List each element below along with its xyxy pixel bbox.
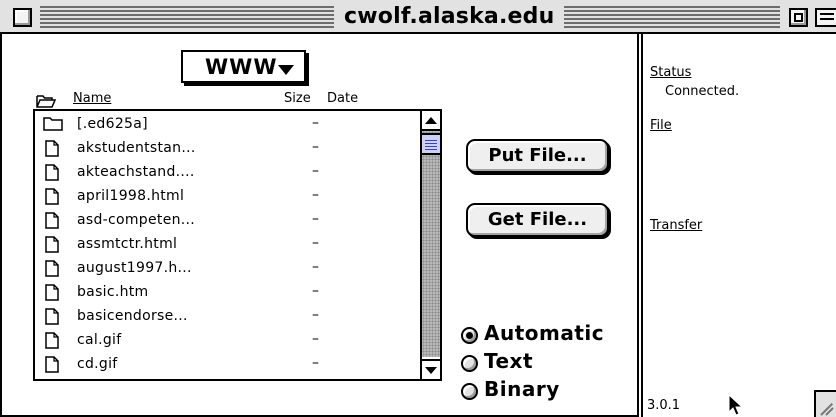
file-name: basicendorse... — [77, 308, 188, 324]
file-size: – — [312, 355, 319, 371]
document-icon — [45, 284, 59, 305]
list-item[interactable]: august1997.h... – — [35, 257, 420, 281]
file-size: – — [312, 331, 319, 347]
column-header-name[interactable]: Name — [73, 91, 111, 106]
vertical-scrollbar[interactable] — [420, 111, 440, 379]
put-file-button[interactable]: Put File... — [466, 139, 609, 173]
list-item[interactable]: basicendorse... – — [35, 305, 420, 329]
file-name: basic.htm — [77, 284, 149, 300]
file-list[interactable]: [.ed625a] – akstudentstan... – akteachstand.… — [33, 109, 442, 381]
file-name: cd.gif — [77, 356, 118, 372]
status-label: Status — [650, 65, 692, 80]
transfer-label: Transfer — [650, 218, 703, 233]
list-item[interactable]: akstudentstan... – — [35, 137, 420, 161]
column-header-size[interactable]: Size — [284, 91, 311, 106]
file-size: – — [312, 259, 319, 275]
radio-label: Text — [484, 349, 534, 373]
list-item[interactable]: basic.htm – — [35, 281, 420, 305]
file-name: [.ed625a] — [77, 116, 148, 132]
file-size: – — [312, 307, 319, 323]
radio-circle-icon — [461, 383, 478, 400]
document-icon — [45, 140, 59, 161]
radio-label: Binary — [484, 377, 560, 401]
chevron-down-icon — [278, 65, 294, 75]
file-size: – — [312, 115, 319, 131]
radio-automatic[interactable]: Automatic — [458, 321, 628, 348]
document-icon — [45, 308, 59, 329]
file-name: asd-competen... — [77, 212, 196, 228]
document-icon — [45, 260, 59, 281]
list-item[interactable]: april1998.html – — [35, 185, 420, 209]
radio-text[interactable]: Text — [458, 349, 628, 376]
list-item[interactable]: cal.gif – — [35, 329, 420, 353]
directory-popup[interactable]: WWW — [181, 50, 306, 83]
document-icon — [45, 188, 59, 209]
file-size: – — [312, 139, 319, 155]
mouse-pointer-icon — [728, 393, 744, 417]
radio-circle-icon — [461, 327, 478, 344]
status-value: Connected. — [665, 84, 740, 99]
folder-icon — [43, 115, 63, 135]
file-size: – — [312, 283, 319, 299]
radio-circle-icon — [461, 355, 478, 372]
file-name: akteachstand.... — [77, 164, 195, 180]
window-title: cwolf.alaska.edu — [334, 3, 565, 31]
document-icon — [45, 212, 59, 233]
title-bar[interactable]: cwolf.alaska.edu — [0, 0, 836, 34]
document-icon — [45, 356, 59, 377]
resize-grip-icon[interactable] — [814, 390, 836, 417]
list-item[interactable]: assmtctr.html – — [35, 233, 420, 257]
version-text: 3.0.1 — [647, 398, 681, 413]
scroll-down-arrow[interactable] — [422, 359, 440, 379]
file-name: akstudentstan... — [77, 140, 196, 156]
document-icon — [45, 236, 59, 257]
file-size: – — [312, 187, 319, 203]
directory-popup-label: WWW — [205, 55, 278, 79]
list-item[interactable]: akteachstand.... – — [35, 161, 420, 185]
document-icon — [45, 332, 59, 353]
scroll-thumb[interactable] — [422, 133, 440, 155]
radio-label: Automatic — [484, 321, 605, 345]
file-name: assmtctr.html — [77, 236, 178, 252]
scroll-up-arrow[interactable] — [422, 111, 440, 131]
zoom-box[interactable] — [789, 8, 808, 27]
list-item[interactable]: [.ed625a] – — [35, 113, 420, 137]
file-name: cal.gif — [77, 332, 122, 348]
close-box[interactable] — [13, 8, 32, 27]
file-size: – — [312, 235, 319, 251]
list-item[interactable]: cd.gif – — [35, 353, 420, 377]
file-name: april1998.html — [77, 188, 185, 204]
file-label: File — [650, 118, 672, 133]
list-item[interactable]: asd-competen... – — [35, 209, 420, 233]
file-size: – — [312, 211, 319, 227]
get-file-button[interactable]: Get File... — [466, 203, 609, 237]
collapse-box[interactable] — [815, 8, 836, 27]
scroll-track[interactable] — [422, 131, 440, 357]
panel-divider — [637, 34, 639, 417]
file-size: – — [312, 163, 319, 179]
column-header-date[interactable]: Date — [327, 91, 358, 106]
file-name: august1997.h... — [77, 260, 192, 276]
document-icon — [45, 164, 59, 185]
radio-binary[interactable]: Binary — [458, 377, 628, 404]
